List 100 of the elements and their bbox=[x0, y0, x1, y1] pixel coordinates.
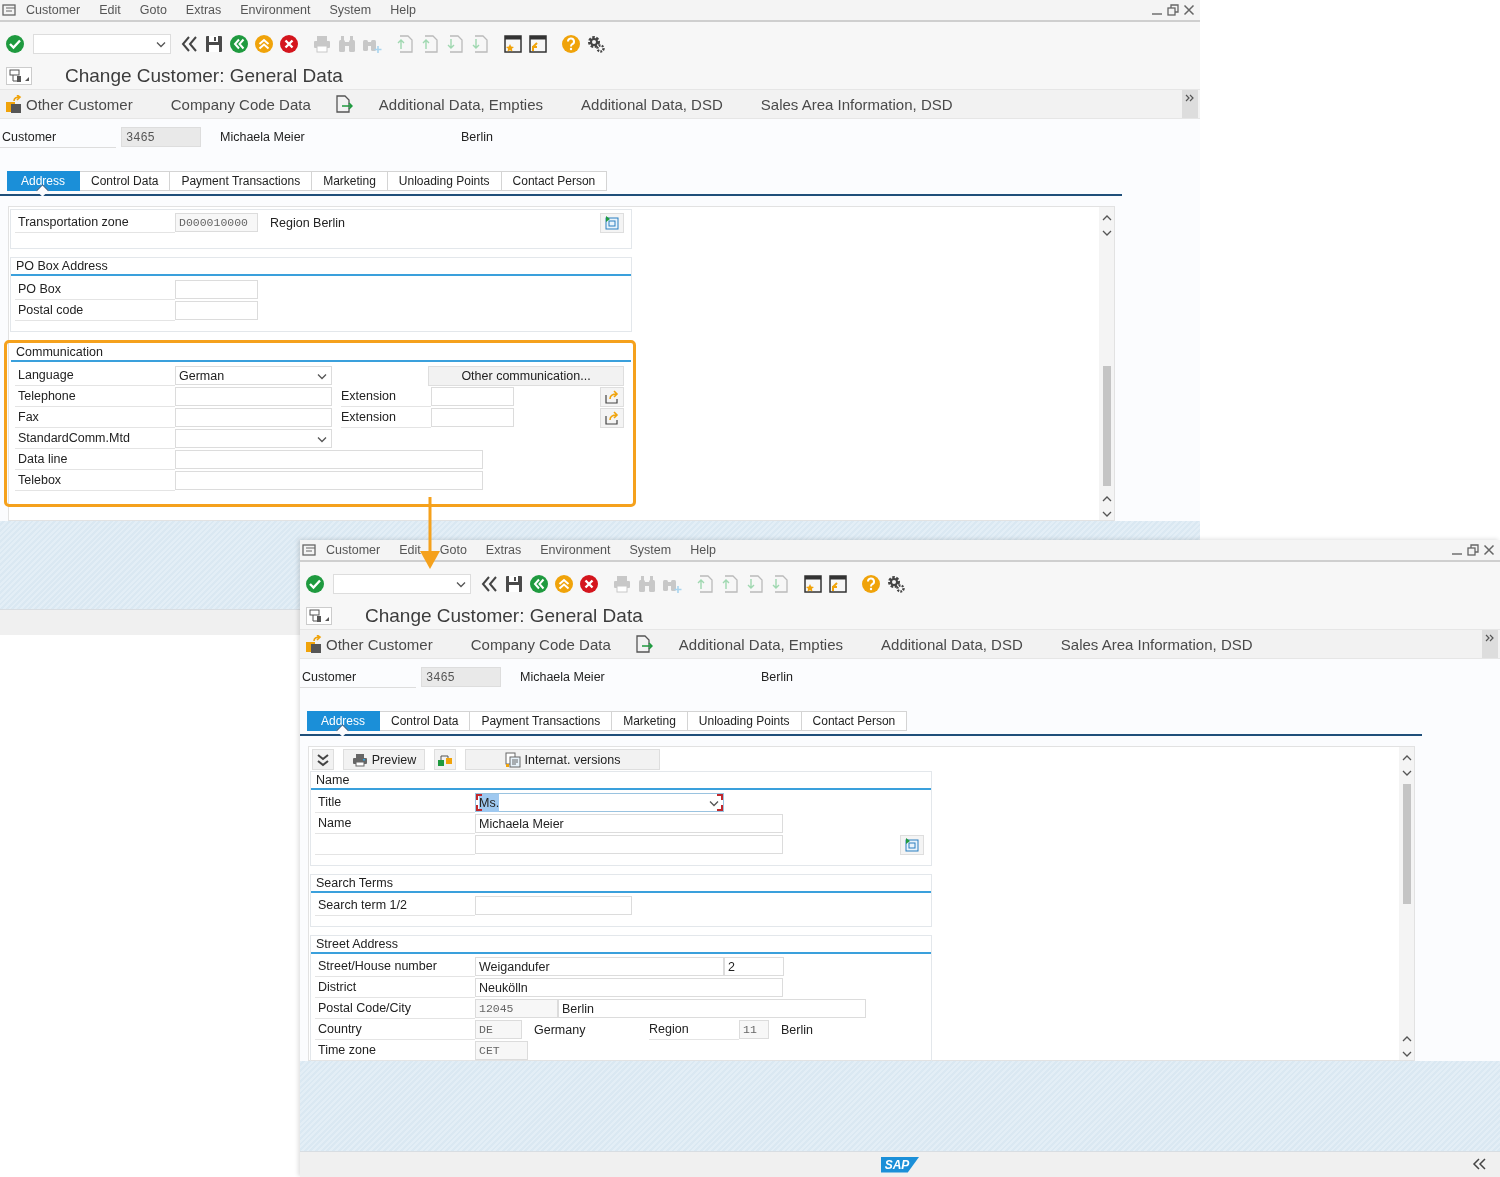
layout-menu-icon[interactable] bbox=[6, 66, 32, 85]
input-field[interactable] bbox=[175, 280, 258, 299]
share-button[interactable] bbox=[600, 386, 624, 407]
menu-item[interactable]: Help bbox=[390, 3, 416, 17]
menu-item[interactable]: Customer bbox=[326, 543, 381, 557]
menu-item[interactable]: System bbox=[329, 3, 372, 17]
tab[interactable]: Contact Person bbox=[501, 171, 608, 191]
menu-item[interactable]: Goto bbox=[439, 543, 467, 557]
scrollbar[interactable] bbox=[1099, 207, 1114, 520]
menu-item[interactable]: Edit bbox=[399, 543, 421, 557]
share-button[interactable] bbox=[600, 407, 624, 428]
preview-button[interactable]: Preview bbox=[343, 749, 425, 770]
overflow-button[interactable] bbox=[1482, 630, 1498, 658]
settings-icon[interactable] bbox=[886, 574, 906, 594]
cancel-icon[interactable] bbox=[279, 34, 299, 54]
menu-item[interactable]: Help bbox=[690, 543, 716, 557]
app-toolbar-button[interactable]: Company Code Data bbox=[170, 95, 311, 113]
menu-item[interactable]: Edit bbox=[99, 3, 121, 17]
check-icon[interactable] bbox=[5, 34, 25, 54]
versions-button[interactable]: Internat. versions bbox=[465, 749, 660, 770]
tab[interactable]: Unloading Points bbox=[687, 711, 802, 731]
help-icon[interactable] bbox=[861, 574, 881, 594]
input-field[interactable] bbox=[175, 450, 483, 469]
help-icon[interactable] bbox=[561, 34, 581, 54]
app-toolbar-button[interactable]: Sales Area Information, DSD bbox=[760, 95, 953, 113]
input-field[interactable]: Weigandufer bbox=[475, 957, 724, 976]
app-toolbar-button[interactable]: Sales Area Information, DSD bbox=[1060, 635, 1253, 653]
menu-icon[interactable] bbox=[302, 544, 316, 556]
input-field[interactable]: Berlin bbox=[558, 999, 866, 1018]
menu-icon[interactable] bbox=[2, 4, 16, 16]
back-icon[interactable] bbox=[529, 574, 549, 594]
tab[interactable]: Control Data bbox=[380, 711, 471, 731]
app-toolbar-button[interactable]: Additional Data, DSD bbox=[581, 95, 723, 113]
overflow-button[interactable] bbox=[1182, 90, 1198, 118]
insert-button[interactable] bbox=[600, 212, 624, 233]
menu-item[interactable]: System bbox=[629, 543, 672, 557]
command-field[interactable] bbox=[33, 34, 171, 54]
menu-item[interactable]: Customer bbox=[26, 3, 81, 17]
input-field[interactable] bbox=[175, 408, 332, 427]
settings-icon[interactable] bbox=[586, 34, 606, 54]
check-icon[interactable] bbox=[305, 574, 325, 594]
tab[interactable]: Payment Transactions bbox=[470, 711, 613, 731]
double-chevron-left-icon[interactable] bbox=[1472, 1157, 1488, 1171]
dropdown-field[interactable]: German bbox=[175, 366, 332, 385]
close-icon[interactable] bbox=[1183, 4, 1195, 16]
chevron-up-icon[interactable] bbox=[1400, 753, 1413, 763]
scroll-thumb[interactable] bbox=[1402, 784, 1411, 904]
input-field[interactable] bbox=[431, 408, 514, 427]
input-field[interactable] bbox=[475, 835, 783, 854]
tab[interactable]: Marketing bbox=[312, 171, 388, 191]
restore-icon[interactable] bbox=[1167, 4, 1179, 16]
tab[interactable]: Contact Person bbox=[801, 711, 908, 731]
save-icon[interactable] bbox=[204, 34, 224, 54]
tab[interactable]: Control Data bbox=[80, 171, 171, 191]
app-toolbar-button[interactable]: Company Code Data bbox=[470, 635, 611, 653]
input-field[interactable]: Neukölln bbox=[475, 978, 783, 997]
dropdown-field[interactable] bbox=[175, 429, 332, 448]
chevron-up-icon[interactable] bbox=[1100, 494, 1113, 504]
input-field[interactable]: 2 bbox=[724, 957, 784, 976]
input-field[interactable] bbox=[475, 896, 632, 915]
insert-button[interactable] bbox=[900, 834, 924, 855]
app-toolbar-button[interactable]: Additional Data, DSD bbox=[881, 635, 1023, 653]
hierarchy-button[interactable] bbox=[434, 749, 456, 770]
input-field[interactable] bbox=[175, 301, 258, 320]
app-toolbar-button[interactable]: Additional Data, Empties bbox=[678, 635, 844, 653]
restore-icon[interactable] bbox=[1467, 544, 1479, 556]
app-toolbar-button[interactable]: Additional Data, Empties bbox=[378, 95, 544, 113]
expand-button[interactable] bbox=[312, 749, 334, 770]
other-communication-button[interactable]: Other communication... bbox=[428, 365, 624, 386]
up-chevron-icon[interactable] bbox=[254, 34, 274, 54]
input-field[interactable] bbox=[431, 387, 514, 406]
app-toolbar-button[interactable]: Other Customer bbox=[305, 635, 433, 653]
menu-item[interactable]: Environment bbox=[540, 543, 611, 557]
scroll-thumb[interactable] bbox=[1102, 366, 1111, 486]
menu-item[interactable]: Environment bbox=[240, 3, 311, 17]
menu-item[interactable]: Extras bbox=[185, 3, 222, 17]
save-icon[interactable] bbox=[504, 574, 524, 594]
double-chevron-left-icon[interactable] bbox=[179, 34, 199, 54]
double-chevron-left-icon[interactable] bbox=[479, 574, 499, 594]
document-arrow-icon[interactable] bbox=[634, 635, 653, 653]
up-chevron-icon[interactable] bbox=[554, 574, 574, 594]
dropdown-field[interactable]: Ms. bbox=[475, 793, 724, 812]
menu-item[interactable]: Goto bbox=[139, 3, 167, 17]
app-toolbar-button[interactable]: Other Customer bbox=[5, 95, 133, 113]
command-field[interactable] bbox=[333, 574, 471, 594]
tab[interactable]: Payment Transactions bbox=[170, 171, 313, 191]
cancel-icon[interactable] bbox=[579, 574, 599, 594]
tab[interactable]: Marketing bbox=[612, 711, 688, 731]
menu-item[interactable]: Extras bbox=[485, 543, 522, 557]
input-field[interactable] bbox=[175, 471, 483, 490]
document-arrow-icon[interactable] bbox=[334, 95, 353, 113]
chevron-up-icon[interactable] bbox=[1100, 213, 1113, 223]
input-field[interactable]: Michaela Meier bbox=[475, 814, 783, 833]
back-icon[interactable] bbox=[229, 34, 249, 54]
layout-menu-icon[interactable] bbox=[306, 606, 332, 625]
tab[interactable]: Unloading Points bbox=[387, 171, 502, 191]
close-icon[interactable] bbox=[1483, 544, 1495, 556]
input-field[interactable] bbox=[175, 387, 332, 406]
scrollbar[interactable] bbox=[1399, 747, 1414, 1060]
chevron-up-icon[interactable] bbox=[1400, 1034, 1413, 1044]
